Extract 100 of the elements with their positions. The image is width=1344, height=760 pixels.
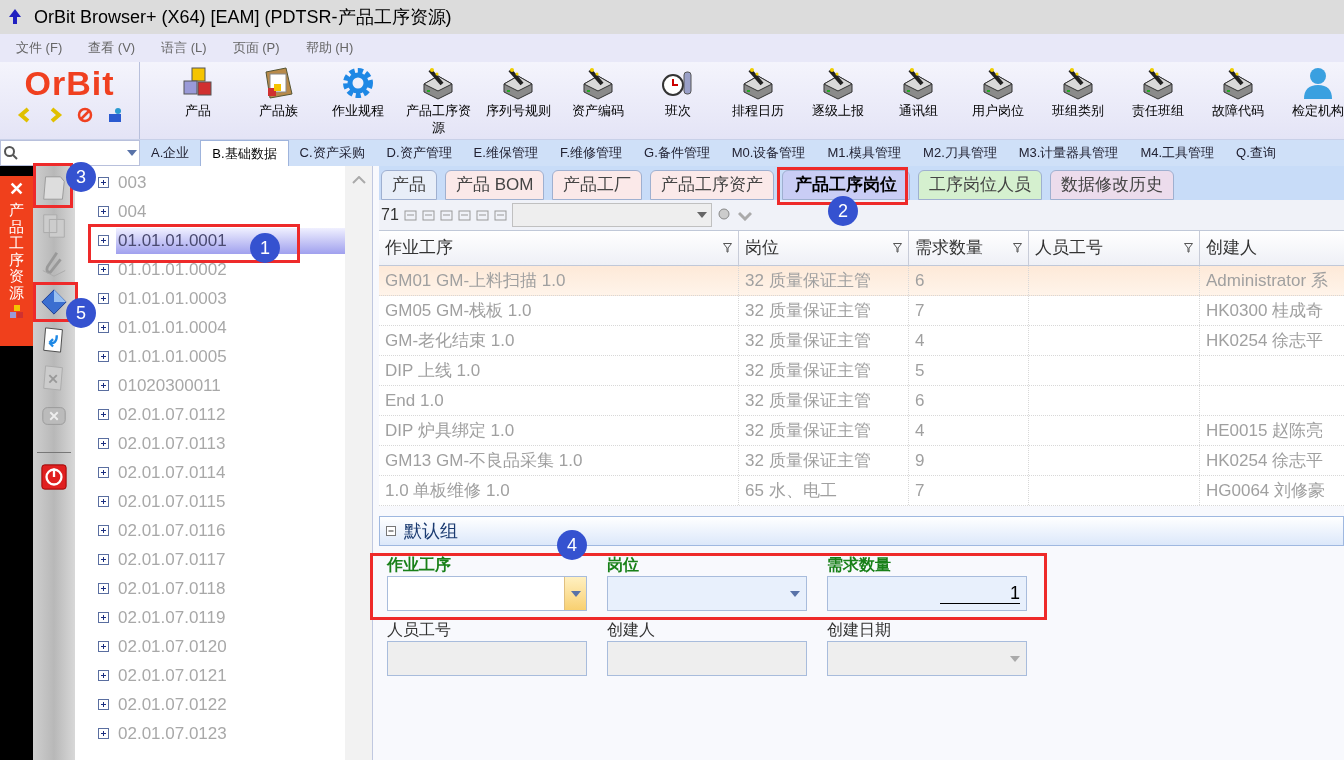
filter-icon[interactable] — [1013, 243, 1022, 253]
field-label: 人员工号 — [387, 620, 452, 640]
expand-icon[interactable] — [98, 612, 109, 623]
module-tab[interactable]: B.基础数据 — [200, 140, 289, 166]
machine-icon — [820, 66, 856, 100]
power-icon[interactable] — [40, 463, 68, 491]
collapse-icon[interactable] — [386, 526, 396, 536]
toolbar-button[interactable]: 产品族 — [238, 62, 318, 138]
column-header[interactable]: 需求数量 — [909, 231, 1029, 265]
module-tab[interactable]: C.资产采购 — [288, 140, 376, 166]
module-tab[interactable]: M1.模具管理 — [816, 140, 913, 166]
toolbar-button[interactable]: 资产编码 — [558, 62, 638, 138]
toolbar-button[interactable]: 通讯组 — [878, 62, 958, 138]
expand-icon[interactable] — [98, 322, 109, 333]
table-cell-text: 7 — [915, 479, 925, 502]
module-tab[interactable]: M3.计量器具管理 — [1007, 140, 1130, 166]
tab[interactable]: 产品工序岗位 — [782, 170, 911, 200]
record-count: 71 — [381, 205, 399, 225]
expand-icon[interactable] — [98, 583, 109, 594]
expand-icon[interactable] — [98, 351, 109, 362]
menu-item[interactable]: 帮助 (H) — [305, 38, 354, 58]
tab[interactable]: 产品 — [381, 170, 437, 200]
expand-icon[interactable] — [98, 380, 109, 391]
expand-icon[interactable] — [98, 206, 109, 217]
module-tab[interactable]: D.资产管理 — [375, 140, 463, 166]
module-tab[interactable]: M4.工具管理 — [1129, 140, 1226, 166]
dropdown-field[interactable] — [607, 576, 807, 611]
expand-icon[interactable] — [98, 554, 109, 565]
toolbar-button[interactable]: 序列号规则 — [478, 62, 558, 138]
module-tab[interactable]: M2.刀具管理 — [912, 140, 1008, 166]
toolbar-button[interactable]: 排程日历 — [718, 62, 798, 138]
toolbar-button[interactable]: 用户岗位 — [958, 62, 1038, 138]
tab[interactable]: 产品工序资产 — [650, 170, 775, 200]
table-cell-text: 4 — [915, 419, 925, 442]
module-tab[interactable]: Q.查询 — [1225, 140, 1287, 166]
dropdown-field[interactable] — [387, 576, 587, 611]
field-label: 作业工序 — [387, 555, 452, 575]
toolbar-button[interactable]: 检定机构 — [1278, 62, 1344, 138]
expand-icon[interactable] — [98, 177, 109, 188]
menu-item[interactable]: 文件 (F) — [16, 38, 63, 58]
toolbar-button[interactable]: 班次 — [638, 62, 718, 138]
expand-icon[interactable] — [98, 728, 109, 739]
filter-icon[interactable] — [1184, 243, 1193, 253]
expand-icon[interactable] — [98, 467, 109, 478]
expand-icon[interactable] — [98, 525, 109, 536]
module-tab[interactable]: G.备件管理 — [633, 140, 721, 166]
side-tab-label: 产品工序资源 — [9, 202, 24, 301]
table-cell-text: HE0015 赵陈亮 — [1206, 419, 1324, 442]
toolbar-button[interactable]: 逐级上报 — [798, 62, 878, 138]
toolbar-button[interactable]: 产品工序资源 — [398, 62, 478, 138]
module-tab[interactable]: F.维修管理 — [548, 140, 633, 166]
machine-icon — [900, 66, 936, 100]
toolbar-button[interactable]: 责任班组 — [1118, 62, 1198, 138]
table-cell-text: Administrator 系 — [1206, 269, 1328, 292]
machine-icon — [1140, 66, 1176, 100]
search-field[interactable] — [0, 140, 140, 166]
logo: OrBit — [24, 66, 115, 100]
expand-icon[interactable] — [98, 293, 109, 304]
expand-icon[interactable] — [98, 641, 109, 652]
module-tab[interactable]: M0.设备管理 — [720, 140, 817, 166]
side-tab[interactable]: ✕ 产品工序资源 — [0, 176, 33, 346]
toolbar-button[interactable]: 故障代码 — [1198, 62, 1278, 138]
caret-icon — [790, 590, 800, 597]
expand-icon[interactable] — [98, 699, 109, 710]
filter-icon[interactable] — [723, 243, 732, 253]
close-icon[interactable]: ✕ — [9, 180, 24, 198]
expand-icon[interactable] — [98, 409, 109, 420]
diamond-icon[interactable] — [40, 288, 68, 316]
menu-item[interactable]: 查看 (V) — [88, 38, 136, 58]
expand-icon[interactable] — [98, 235, 109, 246]
table-cell-text: 32 质量保证主管 — [745, 329, 871, 352]
column-header[interactable]: 人员工号 — [1029, 231, 1200, 265]
toolbar-button[interactable]: 班组类别 — [1038, 62, 1118, 138]
stop-icon[interactable] — [76, 107, 93, 123]
tab[interactable]: 产品工厂 — [552, 170, 643, 200]
tree-item[interactable]: 01.01.01.0001 — [118, 229, 227, 252]
input-field[interactable]: 1 — [827, 576, 1027, 611]
toolbar-button[interactable]: 产品 — [158, 62, 238, 138]
menu-item[interactable]: 页面 (P) — [232, 38, 280, 58]
toolbar-button[interactable]: 作业规程 — [318, 62, 398, 138]
column-header[interactable]: 岗位 — [739, 231, 909, 265]
tab[interactable]: 工序岗位人员 — [918, 170, 1043, 200]
module-tab[interactable]: E.维保管理 — [462, 140, 549, 166]
tab[interactable]: 数据修改历史 — [1050, 170, 1175, 200]
scrollbar[interactable] — [345, 166, 372, 760]
paperclip-icon[interactable] — [40, 250, 68, 278]
expand-icon[interactable] — [98, 670, 109, 681]
column-header[interactable]: 作业工序 — [379, 231, 739, 265]
menu-item[interactable]: 语言 (L) — [161, 38, 207, 58]
column-header[interactable]: 创建人 — [1200, 231, 1344, 265]
expand-icon[interactable] — [98, 438, 109, 449]
expand-icon[interactable] — [98, 496, 109, 507]
expand-icon[interactable] — [98, 264, 109, 275]
table-cell-text: End 1.0 — [385, 389, 444, 412]
tab[interactable]: 产品 BOM — [445, 170, 545, 200]
module-tab[interactable]: A.企业 — [140, 140, 201, 166]
table-cell-text: 32 质量保证主管 — [745, 269, 871, 292]
table-cell-text: 7 — [915, 299, 925, 322]
table-cell-text: GM13 GM-不良品采集 1.0 — [385, 449, 583, 472]
filter-icon[interactable] — [893, 243, 902, 253]
